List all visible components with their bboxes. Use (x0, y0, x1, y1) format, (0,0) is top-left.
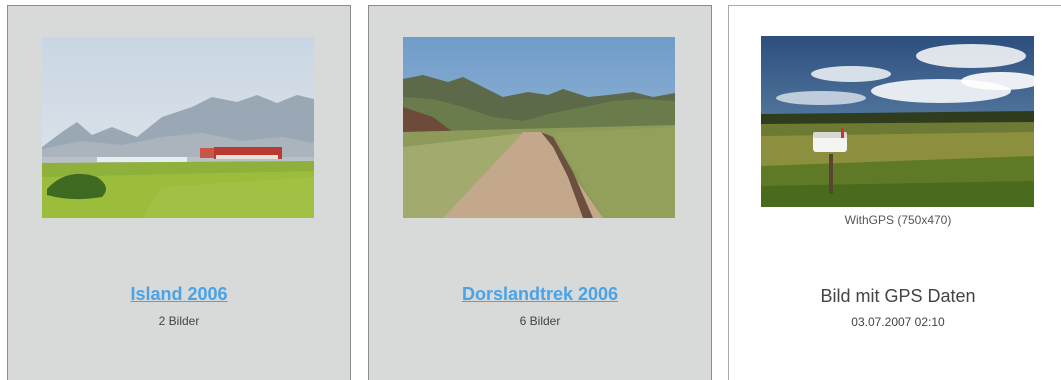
photo-date: 03.07.2007 02:10 (851, 315, 945, 329)
photo-card[interactable]: WithGPS (750x470) Bild mit GPS Daten 03.… (728, 5, 1061, 380)
album-card-island[interactable]: Island 2006 2 Bilder (7, 5, 351, 380)
album-card-dorslandtrek[interactable]: Dorslandtrek 2006 6 Bilder (368, 5, 712, 380)
photo-title: Bild mit GPS Daten (820, 286, 976, 306)
album-photo-count: 2 Bilder (158, 314, 200, 328)
photo-thumbnail[interactable] (761, 36, 1034, 207)
album-thumbnail-dorslandtrek[interactable] (403, 37, 675, 218)
gallery-grid: Island 2006 2 Bilder Dorslandtrek 2006 6… (0, 0, 1061, 380)
album-title-link[interactable]: Island 2006 (8, 284, 350, 305)
album-thumbnail-island[interactable] (42, 37, 314, 218)
album-title-link[interactable]: Dorslandtrek 2006 (369, 284, 711, 305)
photo-dimensions-caption: WithGPS (750x470) (844, 213, 952, 227)
album-photo-count: 6 Bilder (519, 314, 561, 328)
